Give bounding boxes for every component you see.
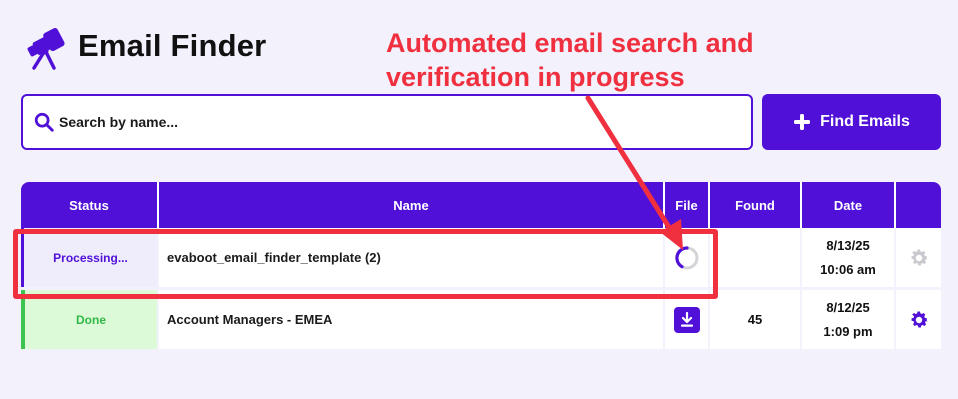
time-value: 10:06 am: [820, 261, 876, 277]
file-name: evaboot_email_finder_template (2): [159, 228, 665, 287]
status-badge: Done: [21, 290, 159, 349]
column-header-found[interactable]: Found: [710, 182, 802, 228]
search-input[interactable]: [59, 114, 709, 130]
status-badge: Processing...: [21, 228, 159, 287]
actions-cell: [896, 228, 941, 287]
page-title: Email Finder: [78, 28, 267, 63]
column-header-status[interactable]: Status: [21, 182, 159, 228]
download-button[interactable]: [673, 306, 700, 333]
search-box[interactable]: [21, 94, 753, 150]
gear-icon[interactable]: [908, 309, 930, 331]
plus-icon: [794, 114, 811, 130]
telescope-icon: [27, 28, 65, 70]
search-icon: [34, 112, 54, 132]
date-cell: 8/12/25 1:09 pm: [802, 290, 896, 349]
gear-icon[interactable]: [908, 247, 930, 269]
table-header: Status Name File Found Date: [21, 182, 941, 228]
file-cell: [665, 228, 710, 287]
column-header-actions: [896, 182, 941, 228]
column-header-date[interactable]: Date: [802, 182, 896, 228]
actions-cell: [896, 290, 941, 349]
file-cell: [665, 290, 710, 349]
found-count: 45: [710, 290, 802, 349]
column-header-file[interactable]: File: [665, 182, 710, 228]
header: Email Finder: [22, 22, 266, 70]
date-value: 8/12/25: [826, 299, 870, 315]
find-emails-label: Find Emails: [820, 113, 910, 130]
spinner-icon: [674, 245, 698, 269]
results-table: Status Name File Found Date Processing..…: [21, 182, 941, 352]
time-value: 1:09 pm: [823, 323, 873, 339]
annotation-callout: Automated email search and verification …: [386, 28, 754, 92]
date-cell: 8/13/25 10:06 am: [802, 228, 896, 287]
find-emails-button[interactable]: Find Emails: [762, 94, 941, 150]
file-name: Account Managers - EMEA: [159, 290, 665, 349]
table-row[interactable]: Done Account Managers - EMEA 45 8/12/25 …: [21, 290, 941, 352]
column-header-name[interactable]: Name: [159, 182, 665, 228]
table-row[interactable]: Processing... evaboot_email_finder_templ…: [21, 228, 941, 290]
found-count: [710, 228, 802, 287]
download-icon: [680, 311, 693, 327]
date-value: 8/13/25: [826, 237, 870, 253]
